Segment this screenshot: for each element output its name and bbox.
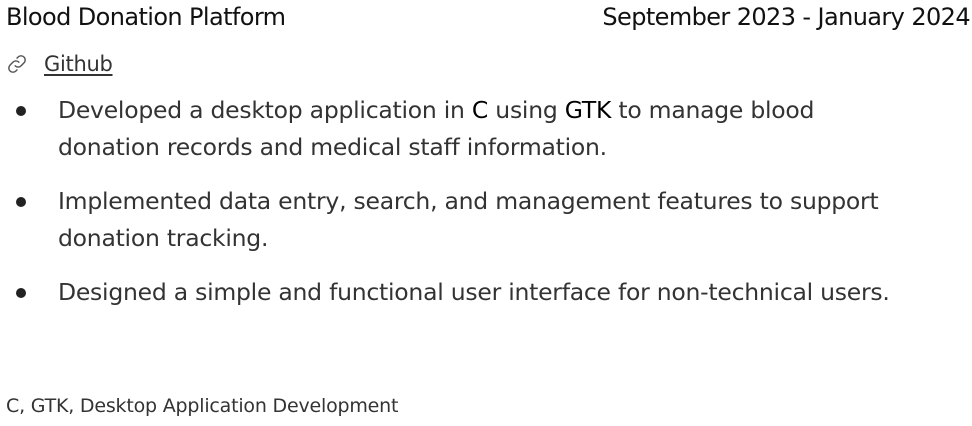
bullet-dot: [16, 106, 26, 116]
bullet-item: Implemented data entry, search, and mana…: [0, 183, 972, 257]
bullet-item: Developed a desktop application in C usi…: [0, 92, 972, 166]
github-link[interactable]: Github: [44, 52, 113, 76]
project-title: Blood Donation Platform: [6, 3, 286, 31]
project-header: Blood Donation Platform September 2023 -…: [6, 3, 972, 39]
bullet-item: Designed a simple and functional user in…: [0, 274, 972, 311]
github-link-row[interactable]: Github: [6, 49, 113, 79]
project-dates: September 2023 - January 2024: [602, 3, 970, 31]
bullet-text-part: using: [488, 96, 565, 124]
bullet-text-part: Implemented data entry, search, and mana…: [58, 187, 879, 252]
bullet-text-part: Designed a simple and functional user in…: [58, 278, 890, 306]
bullet-dot: [16, 288, 26, 298]
skills-line: C, GTK, Desktop Application Development: [6, 395, 399, 417]
bullet-text-strong: C: [471, 96, 489, 124]
bullet-text-part: Developed a desktop application in: [58, 96, 472, 124]
bullet-dot: [16, 197, 26, 207]
bullet-text-strong: GTK: [564, 96, 612, 124]
description-list: Developed a desktop application in C usi…: [0, 92, 972, 328]
link-icon: [6, 53, 28, 75]
